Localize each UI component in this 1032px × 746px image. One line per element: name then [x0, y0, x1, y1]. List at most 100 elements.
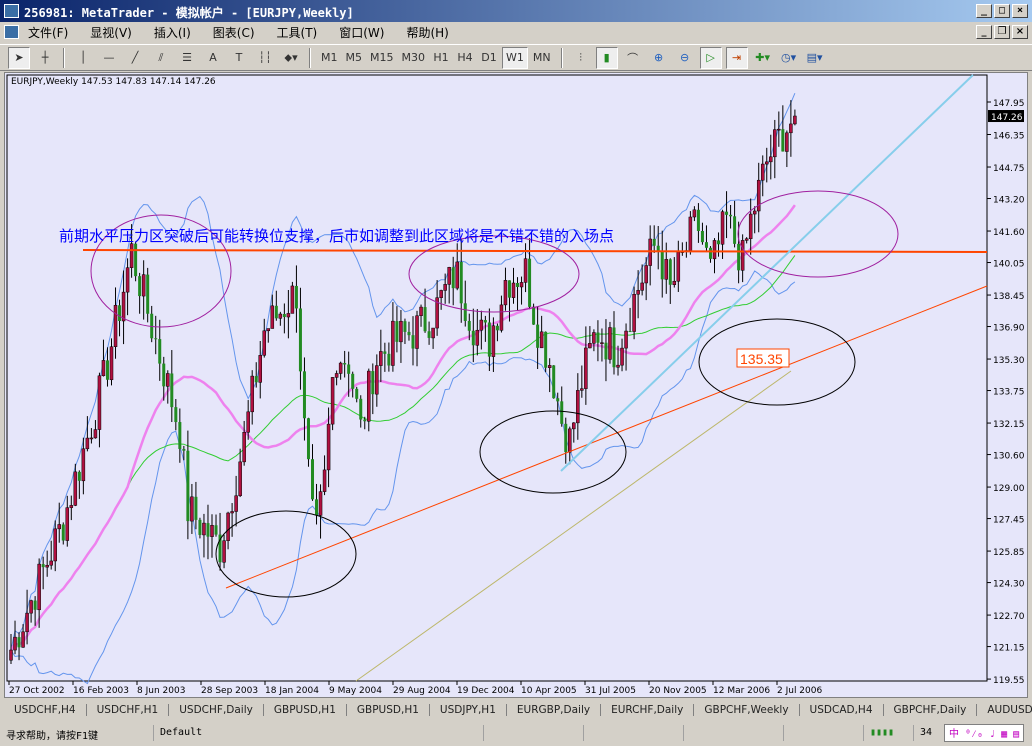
candle-body: [174, 407, 178, 423]
ellipse-resistance-2004[interactable]: [408, 235, 580, 313]
candle-body: [692, 209, 697, 218]
candle-body: [371, 371, 375, 395]
timeframe-h1[interactable]: H1: [430, 47, 452, 69]
timeframe-m5[interactable]: M5: [343, 47, 366, 69]
candle-body: [250, 375, 254, 413]
chart-tab[interactable]: USDCHF,Daily: [169, 704, 264, 716]
maximize-button[interactable]: □: [994, 4, 1010, 18]
indicators-icon[interactable]: ✚▾: [752, 47, 774, 69]
chart-tab[interactable]: EURGBP,Daily: [507, 704, 602, 716]
chart-tab[interactable]: GBPUSD,H1: [347, 704, 430, 716]
close-button[interactable]: ×: [1012, 4, 1028, 18]
candle-body: [125, 267, 130, 293]
child-close-button[interactable]: ×: [1012, 25, 1028, 39]
ime-bar[interactable]: 中 ⁰⁄₀ ♩ ▦ ▤: [944, 724, 1025, 742]
support-trendline[interactable]: [225, 285, 988, 589]
child-minimize-button[interactable]: _: [976, 25, 992, 39]
candle-body: [294, 285, 298, 309]
time-tick-label: 16 Feb 2003: [73, 686, 129, 696]
chart-tab[interactable]: GBPCHF,Daily: [884, 704, 978, 716]
chart-tab[interactable]: USDCAD,H4: [800, 704, 884, 716]
menu-tools[interactable]: 工具(T): [277, 24, 318, 41]
zoom-out-icon[interactable]: ⊖: [674, 47, 696, 69]
chart-tab[interactable]: USDCHF,H4: [4, 704, 87, 716]
menu-view[interactable]: 显视(V): [90, 24, 132, 41]
candle-body: [628, 331, 632, 333]
periods-clock-icon[interactable]: ◷▾: [778, 47, 800, 69]
candle-body: [351, 373, 355, 389]
crosshair-icon[interactable]: ┼: [34, 47, 56, 69]
period-separator-icon[interactable]: ┆┆: [254, 47, 276, 69]
chart-tab[interactable]: GBPCHF,Weekly: [694, 704, 800, 716]
menu-insert[interactable]: 插入(I): [154, 24, 191, 41]
horizontal-line-icon[interactable]: —: [98, 47, 120, 69]
chart-tab[interactable]: AUDUSD,: [977, 704, 1032, 716]
ellipse-low-2005[interactable]: [479, 410, 627, 494]
time-tick-label: 19 Dec 2004: [457, 686, 515, 696]
minimize-button[interactable]: _: [976, 4, 992, 18]
khaki-trendline[interactable]: [355, 370, 792, 682]
timeframe-mn[interactable]: MN: [530, 47, 554, 69]
timeframe-w1[interactable]: W1: [502, 46, 528, 69]
candle-body: [13, 636, 17, 651]
autoscroll-icon[interactable]: ▷: [699, 46, 722, 69]
child-restore-button[interactable]: ❐: [994, 25, 1010, 39]
horizontal-resistance-line[interactable]: [82, 249, 988, 253]
candle-body: [278, 313, 283, 319]
menu-bar: 文件(F) 显视(V) 插入(I) 图表(C) 工具(T) 窗口(W) 帮助(H…: [0, 22, 1032, 42]
bar-chart-icon[interactable]: ⫶: [570, 47, 592, 69]
trendline-icon[interactable]: ╱: [124, 47, 146, 69]
candle-body: [760, 163, 765, 181]
candle-body: [427, 331, 431, 338]
channel-icon[interactable]: ⫽: [150, 47, 172, 69]
candle-body: [258, 355, 262, 383]
cursor-icon[interactable]: ➤: [8, 46, 30, 69]
menu-help[interactable]: 帮助(H): [406, 24, 448, 41]
candle-body: [415, 315, 419, 349]
timeframe-m30[interactable]: M30: [399, 47, 429, 69]
menu-charts[interactable]: 图表(C): [213, 24, 255, 41]
text-tool-icon[interactable]: A: [202, 47, 224, 69]
chart-tab[interactable]: USDCHF,H1: [87, 704, 170, 716]
candle-body: [226, 512, 230, 541]
candle-body: [447, 267, 451, 285]
templates-icon[interactable]: ▤▾: [804, 47, 826, 69]
ellipse-breakout-2006[interactable]: [737, 190, 899, 278]
candle-body: [138, 276, 142, 297]
timeframe-h4[interactable]: H4: [454, 47, 476, 69]
blue-trendline[interactable]: [560, 74, 974, 472]
candle-body: [516, 283, 520, 287]
vertical-line-icon[interactable]: │: [72, 47, 94, 69]
chart-window[interactable]: EURJPY,Weekly 147.53 147.83 147.14 147.2…: [4, 72, 1028, 698]
line-chart-icon[interactable]: ⌒: [622, 47, 644, 69]
candle-body: [206, 523, 210, 537]
separator: [309, 47, 311, 68]
price-tick-label: 136.90: [993, 324, 1025, 334]
candle-body: [564, 423, 568, 453]
price-chart[interactable]: 135.35 前期水平压力区突破后可能转换位支撑，后市如调整到此区域将是不错不错…: [5, 73, 1027, 697]
candle-body: [580, 388, 584, 391]
fibonacci-icon[interactable]: ☰: [176, 47, 198, 69]
candle-body: [455, 261, 459, 289]
price-tick-label: 143.20: [993, 196, 1025, 206]
timeframe-d1[interactable]: D1: [478, 47, 500, 69]
candlestick-icon[interactable]: ▮: [595, 46, 618, 69]
candle-body: [158, 339, 162, 364]
menu-file[interactable]: 文件(F): [28, 24, 68, 41]
arrows-dropdown-icon[interactable]: ⬥▾: [280, 47, 302, 69]
candle-body: [528, 258, 532, 307]
chart-tab[interactable]: EURCHF,Daily: [601, 704, 695, 716]
timeframe-m1[interactable]: M1: [318, 47, 341, 69]
chart-shift-icon[interactable]: ⇥: [725, 46, 748, 69]
price-label: 135.35: [740, 351, 783, 367]
candle-body: [306, 418, 310, 460]
chart-tab[interactable]: USDJPY,H1: [430, 704, 507, 716]
time-tick-label: 18 Jan 2004: [265, 686, 319, 696]
menu-window[interactable]: 窗口(W): [339, 24, 384, 41]
timeframe-m15[interactable]: M15: [367, 47, 397, 69]
candle-body: [511, 282, 516, 298]
zoom-in-icon[interactable]: ⊕: [648, 47, 670, 69]
separator: [63, 47, 65, 68]
chart-tab[interactable]: GBPUSD,H1: [264, 704, 347, 716]
text-label-icon[interactable]: T: [228, 47, 250, 69]
